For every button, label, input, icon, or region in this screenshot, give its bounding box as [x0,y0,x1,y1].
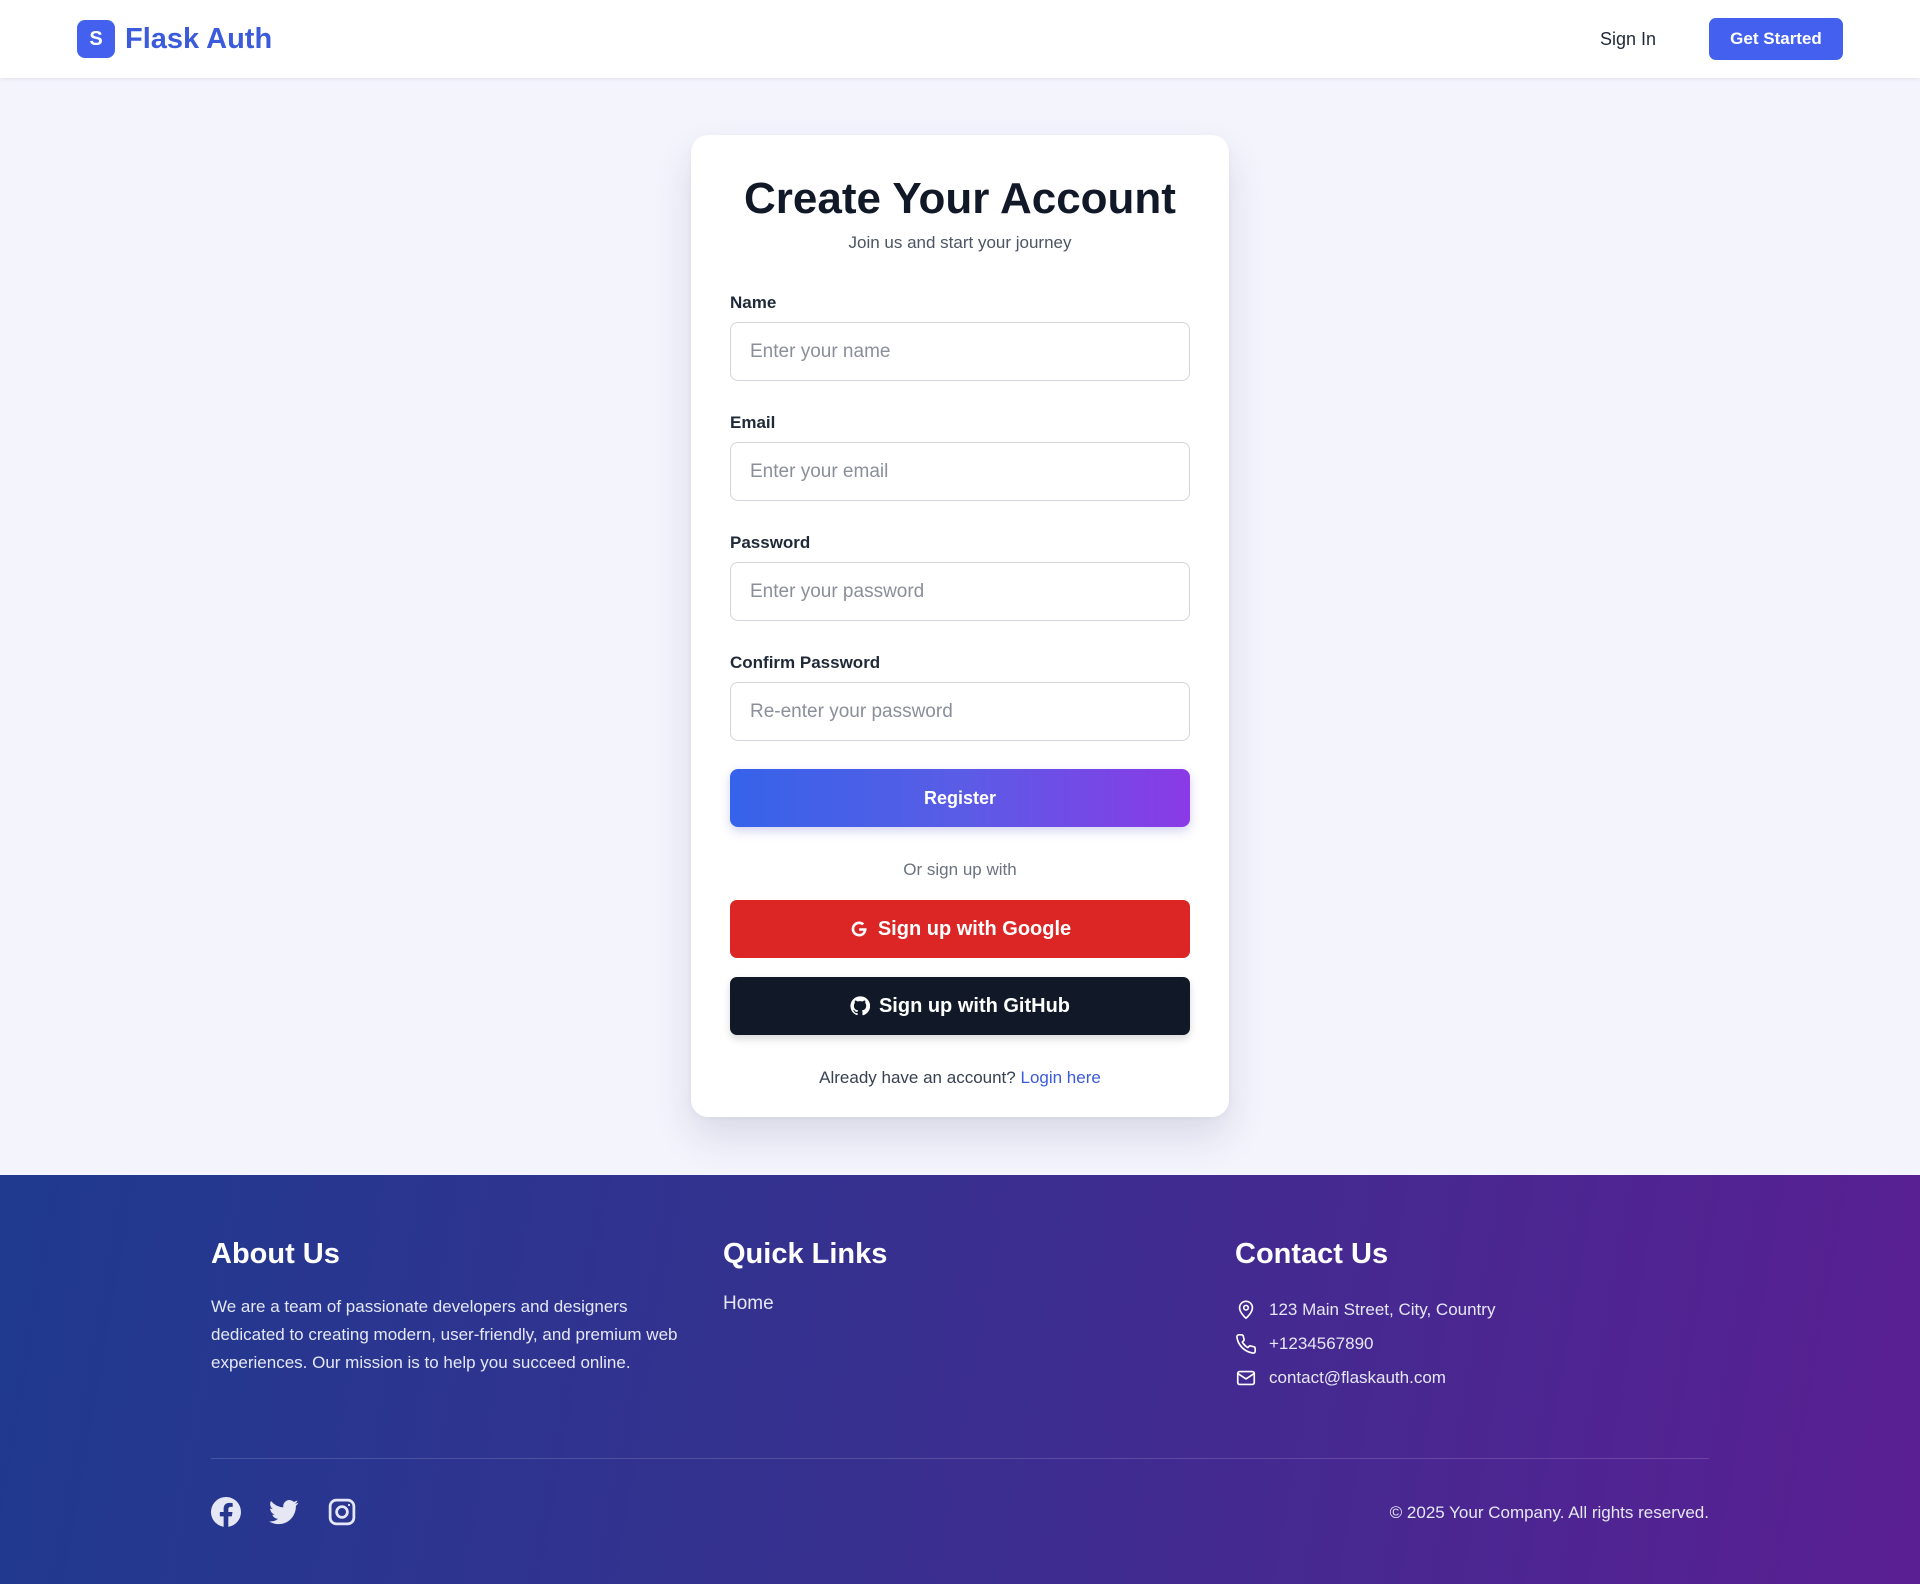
confirm-password-label: Confirm Password [730,653,881,672]
footer-about-section: About Us We are a team of passionate dev… [211,1238,691,1377]
footer-about-text: We are a team of passionate developers a… [211,1297,678,1372]
login-prompt-text: Already have an account? [819,1068,1016,1087]
github-icon [850,996,870,1016]
password-input[interactable] [730,562,1190,621]
email-field-group: Email [730,413,1190,501]
footer-contact-title: Contact Us [1235,1238,1389,1270]
contact-phone-text: +1234567890 [1269,1334,1374,1353]
email-input[interactable] [730,442,1190,501]
phone-icon [1236,1334,1256,1354]
email-label: Email [730,413,776,432]
contact-address: 123 Main Street, City, Country [1235,1293,1495,1327]
confirm-password-input[interactable] [730,682,1190,741]
top-navbar: S Flask Auth Sign In Get Started [0,0,1920,78]
password-field-group: Password [730,533,1190,621]
sign-in-link[interactable]: Sign In [1600,29,1656,50]
get-started-button[interactable]: Get Started [1709,18,1843,60]
instagram-icon[interactable] [327,1497,357,1527]
google-signup-label: Sign up with Google [877,917,1072,940]
facebook-icon[interactable] [211,1497,241,1527]
footer-about-title: About Us [211,1238,340,1270]
name-field-group: Name [730,293,1190,381]
contact-list: 123 Main Street, City, Country +12345678… [1235,1293,1495,1395]
map-pin-icon [1238,1300,1254,1320]
password-label: Password [730,533,811,552]
brand-logo-icon: S [77,20,115,58]
footer-link-home[interactable]: Home [723,1293,887,1315]
name-input[interactable] [730,322,1190,381]
footer-contact-section: Contact Us 123 Main Street, City, Countr… [1235,1238,1495,1395]
register-button[interactable]: Register [730,769,1190,827]
copyright-text: © 2025 Your Company. All rights reserved… [1389,1503,1709,1522]
page-subtitle: Join us and start your journey [848,233,1072,252]
contact-phone: +1234567890 [1235,1327,1495,1361]
contact-email: contact@flaskauth.com [1235,1361,1495,1395]
footer-links-section: Quick Links Home [723,1238,887,1315]
contact-address-text: 123 Main Street, City, Country [1269,1300,1496,1319]
nav-actions: Sign In Get Started [1600,18,1843,60]
login-link[interactable]: Login here [1020,1068,1100,1087]
contact-email-text: contact@flaskauth.com [1269,1368,1446,1387]
site-footer: About Us We are a team of passionate dev… [0,1175,1920,1584]
brand[interactable]: S Flask Auth [77,20,272,58]
name-label: Name [730,293,777,312]
social-links [211,1497,357,1527]
register-form: Name Email Password Confirm Password [730,293,1190,741]
github-signup-button[interactable]: Sign up with GitHub [730,977,1190,1035]
twitter-icon[interactable] [269,1497,299,1527]
brand-name: Flask Auth [125,22,273,55]
or-divider-text: Or sign up with [903,860,1017,879]
footer-divider [211,1458,1709,1459]
github-signup-label: Sign up with GitHub [878,994,1071,1017]
google-signup-button[interactable]: Sign up with Google [730,900,1190,958]
google-icon [851,921,867,937]
login-prompt: Already have an account? Login here [730,1068,1190,1088]
confirm-password-field-group: Confirm Password [730,653,1190,741]
footer-links-title: Quick Links [723,1238,888,1270]
register-card: Create Your Account Join us and start yo… [691,135,1229,1117]
page-title: Create Your Account [744,174,1176,223]
mail-icon [1236,1370,1256,1386]
